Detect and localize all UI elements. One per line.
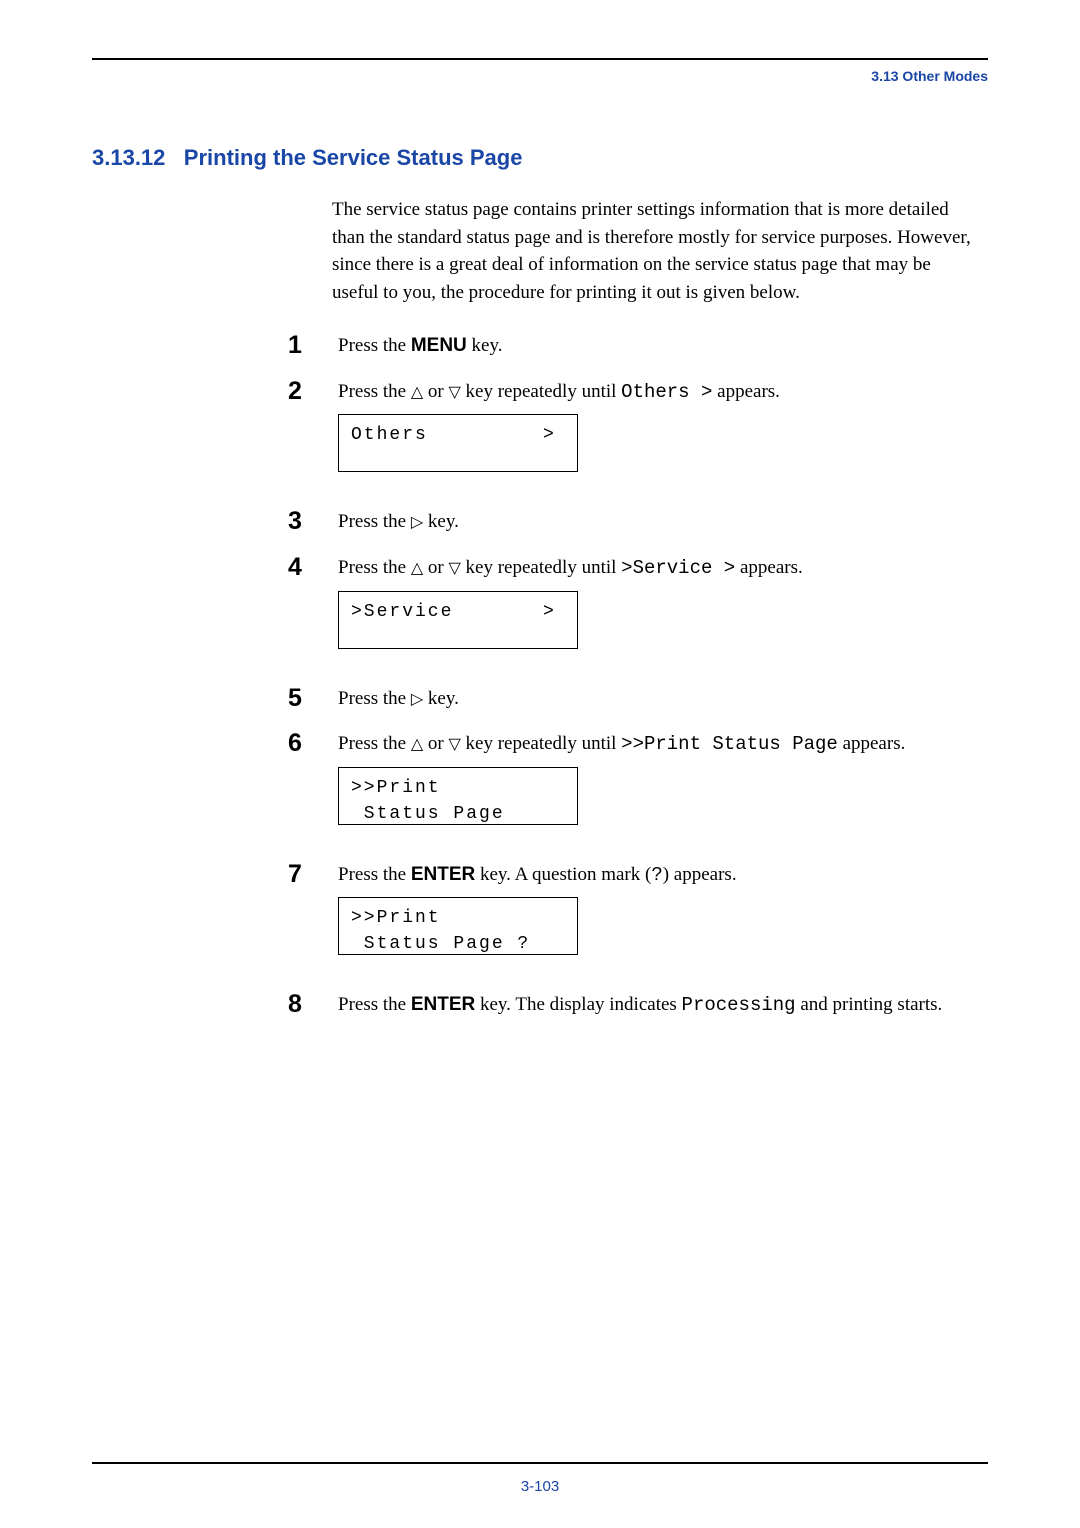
code-text: >Service > (621, 557, 735, 579)
step-number: 1 (288, 332, 338, 360)
code-text: >>Print Status Page (621, 733, 838, 755)
triangle-right-icon: ▷ (411, 514, 423, 531)
step-body: Press the △ or ▽ key repeatedly until >>… (338, 730, 988, 851)
step: 4 Press the △ or ▽ key repeatedly until … (288, 554, 988, 675)
triangle-up-icon: △ (411, 736, 423, 753)
section-heading: 3.13.12 Printing the Service Status Page (92, 142, 988, 174)
step-number: 6 (288, 730, 338, 758)
triangle-down-icon: ▽ (448, 736, 460, 753)
code-text: Others > (621, 381, 712, 403)
triangle-down-icon: ▽ (448, 384, 460, 401)
lcd-display: >Service > (338, 591, 578, 649)
menu-key-label: MENU (411, 335, 467, 356)
running-head: 3.13 Other Modes (92, 66, 988, 86)
step-number: 8 (288, 991, 338, 1019)
step-body: Press the ▷ key. (338, 685, 988, 721)
step: 8 Press the ENTER key. The display indic… (288, 991, 988, 1028)
step: 5 Press the ▷ key. (288, 685, 988, 721)
step-body: Press the ENTER key. The display indicat… (338, 991, 988, 1028)
step: 6 Press the △ or ▽ key repeatedly until … (288, 730, 988, 851)
step-number: 5 (288, 685, 338, 713)
intro-paragraph: The service status page contains printer… (332, 196, 978, 306)
step: 2 Press the △ or ▽ key repeatedly until … (288, 378, 988, 499)
bottom-divider (92, 1462, 988, 1464)
lcd-display: >>Print Status Page (338, 767, 578, 825)
document-page: 3.13 Other Modes 3.13.12 Printing the Se… (0, 0, 1080, 1528)
triangle-up-icon: △ (411, 384, 423, 401)
step-body: Press the ENTER key. A question mark (?)… (338, 861, 988, 982)
enter-key-label: ENTER (411, 864, 475, 885)
step-list: 1 Press the MENU key. 2 Press the △ or ▽… (288, 332, 988, 1027)
step-number: 3 (288, 508, 338, 536)
step: 3 Press the ▷ key. (288, 508, 988, 544)
section-number: 3.13.12 (92, 145, 165, 170)
section-title: Printing the Service Status Page (184, 145, 523, 170)
triangle-up-icon: △ (411, 560, 423, 577)
triangle-down-icon: ▽ (448, 560, 460, 577)
step-body: Press the △ or ▽ key repeatedly until Ot… (338, 378, 988, 499)
step: 1 Press the MENU key. (288, 332, 988, 368)
page-number: 3-103 (0, 1476, 1080, 1498)
step-number: 7 (288, 861, 338, 889)
top-divider (92, 58, 988, 60)
triangle-right-icon: ▷ (411, 691, 423, 708)
step-body: Press the ▷ key. (338, 508, 988, 544)
code-text: Processing (682, 994, 796, 1016)
step-body: Press the MENU key. (338, 332, 988, 368)
step-number: 2 (288, 378, 338, 406)
lcd-display: >>Print Status Page ? (338, 897, 578, 955)
step-number: 4 (288, 554, 338, 582)
lcd-display: Others > (338, 414, 578, 472)
step-body: Press the △ or ▽ key repeatedly until >S… (338, 554, 988, 675)
enter-key-label: ENTER (411, 994, 475, 1015)
step: 7 Press the ENTER key. A question mark (… (288, 861, 988, 982)
code-text: ? (651, 864, 662, 886)
